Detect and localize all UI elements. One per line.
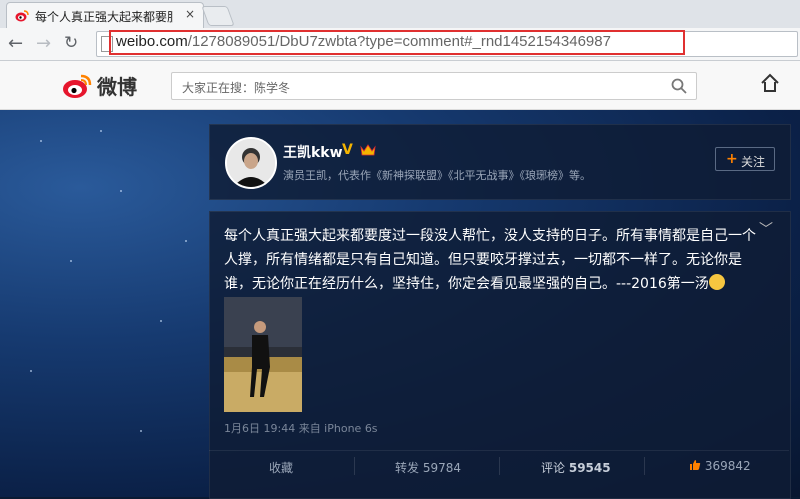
weibo-logo-text[interactable]: 微博 [97, 71, 137, 100]
comment-label: 评论 [541, 461, 566, 475]
profile-intro: 演员王凯，代表作《新神探联盟》《北平无战事》《琅琊榜》等。 [283, 169, 591, 182]
comment-button[interactable]: 评论 59545 [541, 459, 611, 476]
profile-card: 王凯kkw V 演员王凯，代表作《新神探联盟》《北平无战事》《琅琊榜》等。 + … [209, 124, 791, 200]
forward-arrow-icon[interactable]: → [36, 33, 51, 54]
search-icon[interactable] [670, 77, 688, 95]
post-photo[interactable] [224, 297, 302, 412]
post-text: 每个人真正强大起来都要度过一段没人帮忙，没人支持的日子。所有事情都是自己一个人撑… [224, 224, 768, 296]
collect-button[interactable]: 收藏 [269, 459, 293, 476]
new-tab-button[interactable] [201, 6, 235, 26]
tab-title: 每个人真正强大起来都要服 [35, 10, 173, 24]
like-count: 369842 [704, 459, 751, 473]
like-button[interactable]: 369842 [689, 459, 751, 473]
yawn-emoji-icon [708, 274, 725, 290]
search-placeholder: 大家正在搜：陈学冬 [182, 81, 291, 95]
plus-icon: + [726, 151, 738, 167]
search-input[interactable]: 大家正在搜：陈学冬 [171, 72, 697, 100]
weibo-favicon-icon [15, 10, 29, 22]
back-arrow-icon[interactable]: ← [8, 33, 23, 54]
tab-bar: 每个人真正强大起来都要服 × [0, 0, 800, 29]
url-path: /1278089051/DbU7zwbta?type=comment#_rnd1… [187, 33, 611, 50]
weibo-logo-icon[interactable] [62, 73, 92, 99]
post-actions: 收藏 转发 59784 评论 59545 369842 [209, 450, 789, 481]
tab-close-icon[interactable]: × [185, 7, 195, 21]
thumbs-up-icon [690, 460, 701, 470]
profile-name[interactable]: 王凯kkw [283, 142, 343, 162]
post-body: 每个人真正强大起来都要度过一段没人帮忙，没人支持的日子。所有事情都是自己一个人撑… [224, 228, 756, 292]
follow-button[interactable]: + 关注 [715, 147, 775, 171]
browser-tab[interactable]: 每个人真正强大起来都要服 × [6, 2, 204, 29]
repost-button[interactable]: 转发 59784 [395, 459, 461, 476]
reload-icon[interactable]: ↻ [64, 33, 78, 53]
crown-icon [360, 144, 376, 156]
url-text[interactable]: weibo.com/1278089051/DbU7zwbta?type=comm… [116, 33, 611, 50]
follow-label: 关注 [741, 155, 766, 169]
verified-badge-icon: V [342, 142, 353, 158]
home-icon[interactable] [760, 73, 780, 93]
comment-count: 59545 [568, 461, 611, 475]
avatar[interactable] [225, 137, 277, 189]
post-meta: 1月6日 19:44 来自 iPhone 6s [224, 422, 378, 435]
url-host: weibo.com [116, 33, 188, 50]
